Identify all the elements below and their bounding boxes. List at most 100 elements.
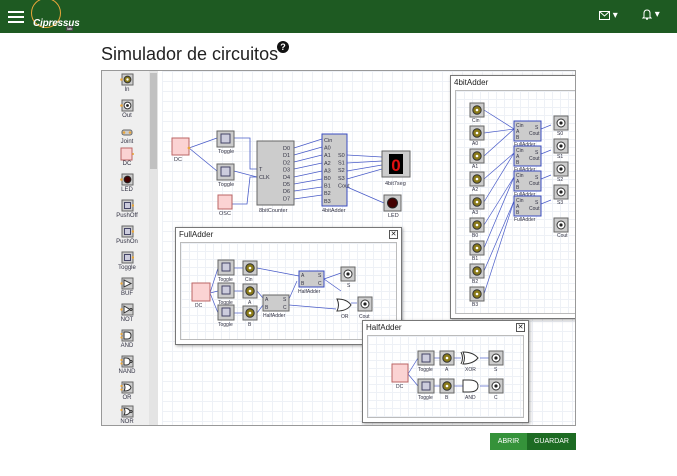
input-label: B [445, 395, 449, 401]
input-label: A0 [472, 141, 478, 147]
halfadder-window[interactable]: HalfAdder ✕ DC Toggle Toggle A B XOR AND… [362, 320, 529, 423]
input-label: A1 [472, 164, 478, 170]
adder-output-label: S0 [338, 153, 345, 159]
input-label: B1 [472, 256, 478, 262]
palette-item-pushoff[interactable]: PushOff [106, 199, 148, 225]
counter-output-label: D7 [283, 196, 290, 202]
input-node-dot [475, 200, 479, 204]
osc-label: OSC [219, 211, 231, 217]
window-title: FullAdder [179, 230, 214, 239]
toggle-label: Toggle [218, 182, 234, 188]
counter-output-label: D0 [283, 146, 290, 152]
palette-item-out[interactable]: Out [106, 99, 148, 125]
palette-label: OR [122, 395, 132, 401]
toggle-label: Toggle [418, 367, 433, 373]
input-nodes [242, 260, 258, 321]
window-title: HalfAdder [366, 323, 402, 332]
halfadder-canvas[interactable]: DC Toggle Toggle A B XOR AND S C [367, 335, 524, 418]
dc-source[interactable] [191, 282, 211, 302]
palette-item-led[interactable]: LED [106, 173, 148, 199]
circuit-canvas[interactable]: DC Toggle Toggle OSC T CLK D0 D1 D2 D3 D4 D5 D… [162, 71, 575, 425]
dc-label: DC [396, 384, 404, 390]
palette-item-pushon[interactable]: PushOn [106, 225, 148, 251]
input-label: A3 [472, 210, 478, 216]
mail-dropdown-button[interactable]: ▾ [599, 10, 618, 21]
output-label: S2 [557, 177, 563, 183]
palette-item-dc[interactable]: DC [106, 147, 148, 173]
input-label: A2 [472, 187, 478, 193]
palette-item-nand[interactable]: NAND [106, 355, 148, 381]
input-node-dot [475, 223, 479, 227]
palette-scrollbar-thumb[interactable] [150, 73, 157, 169]
oscillator[interactable] [217, 194, 233, 210]
notifications-dropdown-button[interactable]: ▾ [641, 9, 660, 20]
close-icon[interactable]: ✕ [389, 230, 398, 239]
save-button[interactable]: GUARDAR [527, 433, 576, 450]
adder-output-label: S2 [338, 168, 345, 174]
palette-item-not[interactable]: NOT [106, 303, 148, 329]
palette-item-nor[interactable]: NOR [106, 405, 148, 425]
adder-input-label: A1 [324, 153, 331, 159]
circuit-workspace[interactable]: In Out Joint DC LED PushOff PushOn Toggl… [101, 70, 576, 426]
open-button[interactable]: ABRIR [490, 433, 527, 450]
palette-label: NOR [120, 419, 134, 425]
or-gate[interactable] [336, 298, 352, 312]
halfadder-label: HalfAdder [298, 289, 321, 295]
palette-item-in[interactable]: In [106, 73, 148, 99]
input-node-dot [475, 131, 479, 135]
input-label: B2 [472, 279, 478, 285]
toggle-label: Toggle [218, 322, 233, 328]
output-node-dot [559, 223, 563, 227]
adder-input-label: B2 [324, 191, 331, 197]
dc-source[interactable] [391, 363, 409, 383]
push-off-icon [121, 199, 134, 212]
palette-label: DC [122, 161, 132, 167]
output-label: S1 [557, 154, 563, 160]
toggle-label: Toggle [218, 277, 233, 283]
palette-item-toggle[interactable]: Toggle [106, 251, 148, 277]
port-label: Cout [529, 206, 540, 212]
port-label: C [318, 281, 322, 287]
4bitadder-window[interactable]: 4bitAdder ✕ CinA0A1A2A3B0B1B2B3CinABSCou… [450, 75, 575, 319]
palette-item-buf[interactable]: BUF [106, 277, 148, 303]
xor-gate[interactable] [460, 351, 479, 365]
palette-label: In [124, 87, 130, 93]
input-label: Cin [245, 277, 253, 283]
palette-item-or[interactable]: OR [106, 381, 148, 407]
adder-input-label: B1 [324, 184, 331, 190]
output-label: S0 [557, 131, 563, 137]
toggle-label: Toggle [218, 149, 234, 155]
output-label: S3 [557, 200, 563, 206]
counter-output-label: D5 [283, 182, 290, 188]
adder-input-label: A3 [324, 168, 331, 174]
dc-source-icon [120, 147, 134, 161]
dc-source[interactable] [171, 137, 190, 156]
port-label: Cout [529, 156, 540, 162]
cipressus-logo[interactable]: Cipressus lab [28, 0, 86, 33]
palette-label: PushOff [116, 213, 138, 219]
palette-label: AND [120, 343, 134, 349]
gate-label: AND [465, 395, 476, 401]
adder-input-label: B0 [324, 176, 331, 182]
input-label: B3 [472, 302, 478, 308]
output-label: C [494, 395, 498, 401]
4bitadder-canvas[interactable]: Cin A0 A1 A2 A3 B0 B1 B2 B3 Cin A B S Cout FullAdder Ci… [455, 90, 575, 314]
hamburger-menu-icon[interactable] [8, 8, 24, 24]
and-gate[interactable] [462, 379, 479, 393]
input-label: B [248, 322, 252, 328]
nand-gate-icon [120, 355, 134, 368]
top-navbar: Cipressus lab ▾ ▾ [0, 0, 677, 33]
help-icon[interactable]: ? [277, 41, 289, 53]
component-palette: In Out Joint DC LED PushOff PushOn Toggl… [102, 71, 158, 425]
palette-item-and[interactable]: AND [106, 329, 148, 355]
input-label: Cin [472, 118, 480, 124]
gate-label: OR [341, 314, 349, 320]
4bitadder-circuit: CinA0A1A2A3B0B1B2B3CinABSCoutFullAdderCi… [469, 102, 569, 308]
counter-label: 8bitCounter [259, 208, 288, 214]
palette-label: LED [121, 187, 133, 193]
adder-input-label: A0 [324, 146, 331, 152]
halfadder-label: HalfAdder [263, 313, 286, 319]
toggle-label: Toggle [418, 395, 433, 401]
close-icon[interactable]: ✕ [516, 323, 525, 332]
input-node-dot [475, 108, 479, 112]
